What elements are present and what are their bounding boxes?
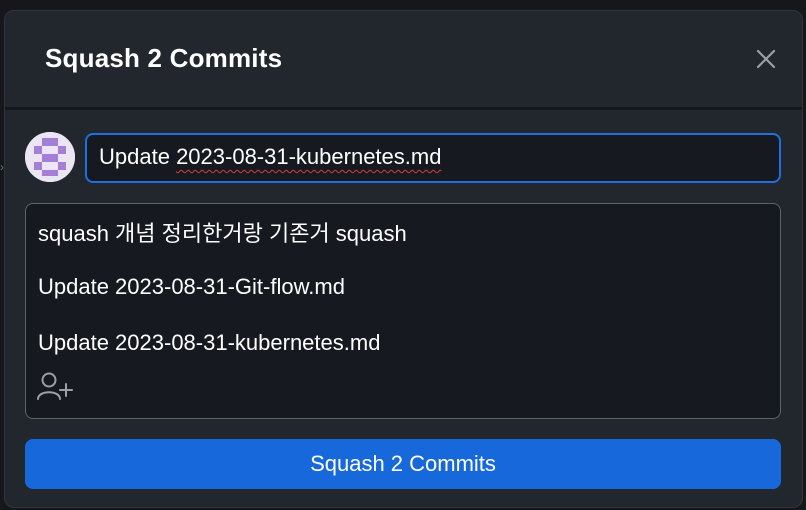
commit-description-textarea[interactable]: squash 개념 정리한거랑 기존거 squash Update 2023-0…: [25, 203, 781, 419]
squash-commits-button[interactable]: Squash 2 Commits: [25, 439, 781, 489]
dialog-title: Squash 2 Commits: [45, 43, 283, 73]
add-coauthor-icon: [37, 372, 73, 400]
close-button[interactable]: [754, 47, 778, 71]
commit-title-input[interactable]: [85, 133, 781, 183]
squash-commits-dialog: Squash 2 Commits Update 2023-08-31-kuber…: [4, 10, 803, 508]
dialog-header: Squash 2 Commits: [5, 11, 802, 110]
description-line: Update 2023-08-31-Git-flow.md: [38, 274, 345, 299]
commit-title-field[interactable]: Update 2023-08-31-kubernetes.md: [85, 133, 781, 183]
description-line: Update 2023-08-31-kubernetes.md: [38, 330, 381, 355]
identicon-image: [25, 132, 75, 182]
close-icon: [756, 49, 776, 69]
description-line: squash 개념 정리한거랑 기존거 squash: [38, 221, 407, 246]
avatar: [25, 132, 75, 182]
add-coauthor-button[interactable]: [36, 370, 76, 404]
